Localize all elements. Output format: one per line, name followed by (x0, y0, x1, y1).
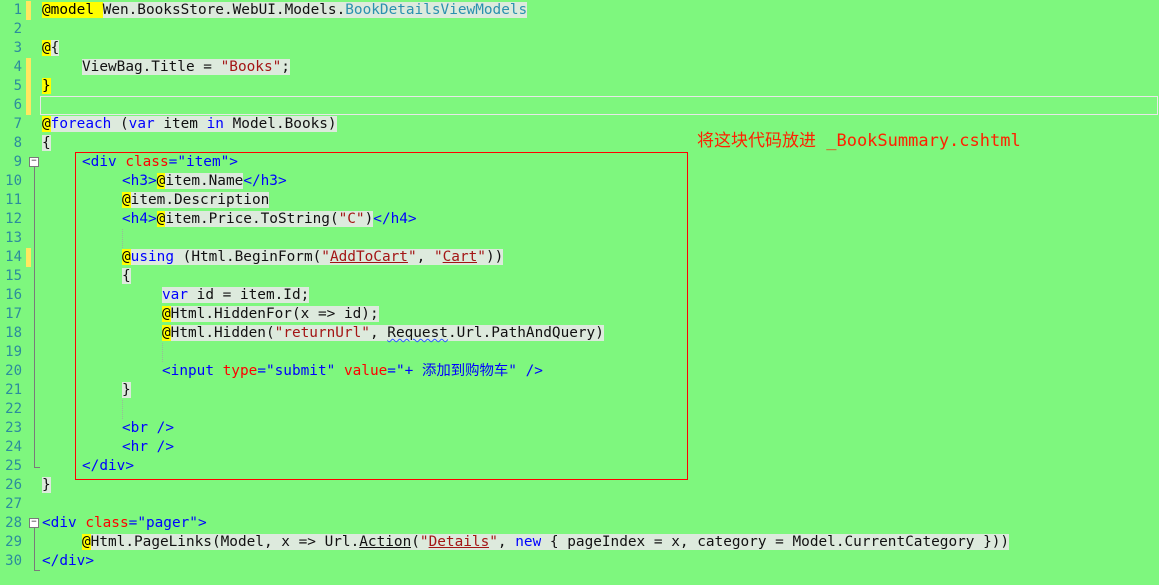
code-text: ( (411, 534, 420, 550)
line-number: 29 (5, 534, 22, 550)
line-number: 24 (5, 439, 22, 455)
html-tag: </div> (42, 553, 94, 569)
keyword: new (515, 534, 542, 550)
code-text: , (497, 534, 516, 550)
keyword: foreach (50, 116, 112, 132)
line-number: 7 (13, 116, 22, 132)
line-number: 27 (5, 496, 22, 512)
razor-directive: @model (42, 2, 103, 18)
outline-end (34, 570, 40, 571)
change-marker (26, 96, 31, 115)
razor-at: @ (42, 116, 51, 132)
highlight-box (75, 152, 688, 480)
razor-at: @ (42, 40, 51, 56)
code-line-7[interactable]: @foreach (var item in Model.Books) (42, 115, 337, 134)
current-line-highlight (40, 96, 1158, 115)
code-line-8[interactable]: { (42, 134, 51, 153)
namespace-text: Wen.BooksStore.WebUI.Models. (102, 2, 346, 18)
brace: } (42, 477, 51, 493)
code-line-26[interactable]: } (42, 476, 51, 495)
outline-line (34, 167, 35, 467)
line-number: 12 (5, 211, 22, 227)
code-line-30[interactable]: </div> (42, 552, 94, 571)
string-quote: " (419, 534, 429, 550)
html-attr: class (76, 515, 129, 531)
line-number: 21 (5, 382, 22, 398)
code-text: { pageIndex = x, category = Model.Curren… (541, 534, 1010, 550)
brace: { (50, 40, 60, 56)
code-text: ; (281, 59, 290, 75)
code-line-4[interactable]: ViewBag.Title = "Books"; (82, 58, 290, 77)
type-name: BookDetailsViewModels (345, 2, 528, 18)
change-marker (26, 58, 31, 77)
code-text: ( (111, 116, 129, 132)
code-line-1[interactable]: @model Wen.BooksStore.WebUI.Models.BookD… (42, 1, 528, 20)
action-name: Details (428, 534, 490, 550)
collapse-toggle-icon[interactable]: − (29, 518, 39, 528)
brace: } (42, 78, 51, 94)
line-number: 5 (13, 78, 22, 94)
code-line-28[interactable]: <div class="pager"> (42, 514, 207, 533)
line-number: 17 (5, 306, 22, 322)
line-number: 13 (5, 230, 22, 246)
line-number: 3 (13, 40, 22, 56)
line-number: 6 (13, 97, 22, 113)
code-line-3[interactable]: @{ (42, 39, 60, 58)
attr-value: "pager" (137, 515, 198, 531)
line-number: 1 (13, 2, 22, 18)
line-number: 22 (5, 401, 22, 417)
line-number: 14 (5, 249, 22, 265)
code-line-5[interactable]: } (42, 77, 51, 96)
code-text: Model.Books) (223, 116, 337, 132)
html-tag: <div (42, 515, 77, 531)
line-number: 10 (5, 173, 22, 189)
change-marker (26, 248, 31, 267)
outline-end (34, 467, 40, 468)
change-marker (26, 1, 31, 20)
line-number: 11 (5, 192, 22, 208)
line-number: 26 (5, 477, 22, 493)
html-tag: > (197, 515, 207, 531)
line-number: 8 (13, 135, 22, 151)
code-line-29[interactable]: @Html.PageLinks(Model, x => Url.Action("… (82, 533, 1010, 552)
line-number: 30 (5, 553, 22, 569)
annotation-note: 将这块代码放进 _BookSummary.cshtml (697, 131, 1021, 151)
line-number: 23 (5, 420, 22, 436)
line-number: 18 (5, 325, 22, 341)
string-literal: "Books" (220, 59, 282, 75)
line-number: 4 (13, 59, 22, 75)
code-text: Html.PageLinks(Model, x => Url. (90, 534, 360, 550)
line-number: 28 (5, 515, 22, 531)
keyword: var (128, 116, 155, 132)
line-number: 20 (5, 363, 22, 379)
brace: { (42, 135, 51, 151)
code-text: ViewBag.Title = (82, 59, 221, 75)
string-quote: " (489, 534, 498, 550)
outline-line (34, 528, 35, 570)
change-marker (26, 77, 31, 96)
html-eq: = (128, 515, 138, 531)
code-text: item (154, 116, 207, 132)
line-number: 9 (13, 154, 22, 170)
line-number: 25 (5, 458, 22, 474)
line-number: 16 (5, 287, 22, 303)
collapse-toggle-icon[interactable]: − (29, 157, 39, 167)
keyword: in (206, 116, 224, 132)
method-name: Action (359, 534, 412, 550)
line-number: 2 (13, 21, 22, 37)
line-number: 15 (5, 268, 22, 284)
razor-at: @ (82, 534, 91, 550)
line-number: 19 (5, 344, 22, 360)
